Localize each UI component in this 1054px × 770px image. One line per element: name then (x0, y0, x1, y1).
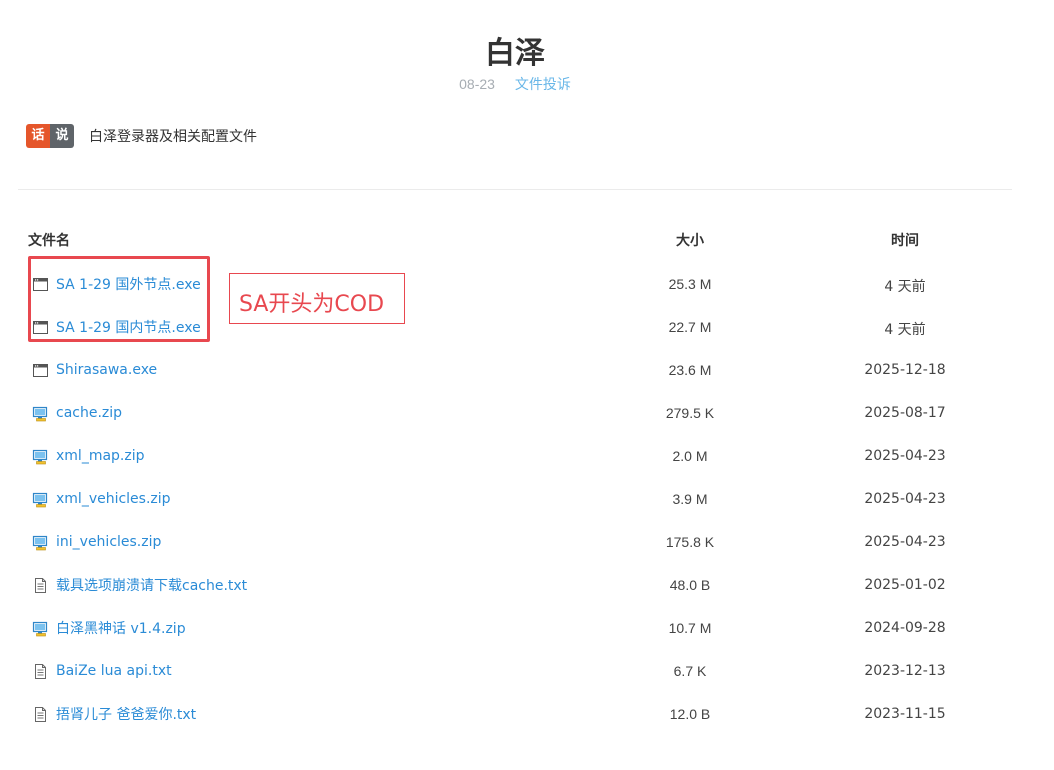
tag-badge-part1: 话 (26, 124, 50, 148)
file-link[interactable]: xml_map.zip (56, 448, 145, 464)
highlight-box (28, 256, 210, 342)
file-name-cell: 白泽黑神话 v1.4.zip (32, 618, 186, 638)
file-name-cell: xml_vehicles.zip (32, 489, 171, 509)
zip-file-icon (32, 405, 49, 422)
zip-file-icon (32, 448, 49, 465)
file-row: 载具选项崩溃请下载cache.txt 48.0 B 2025-01-02 (0, 575, 1054, 618)
file-size: 3.9 M (672, 491, 708, 507)
file-link[interactable]: cache.zip (56, 405, 122, 421)
file-row: xml_map.zip 2.0 M 2025-04-23 (0, 446, 1054, 489)
file-link[interactable]: 载具选项崩溃请下载cache.txt (56, 575, 247, 595)
tag-badge-part2: 说 (50, 124, 74, 148)
file-row: 捂肾儿子 爸爸爱你.txt 12.0 B 2023-11-15 (0, 704, 1054, 747)
file-row: ini_vehicles.zip 175.8 K 2025-04-23 (0, 532, 1054, 575)
file-size: 22.7 M (668, 319, 712, 335)
page-title: 白泽 (485, 36, 545, 71)
file-size: 25.3 M (668, 276, 712, 292)
file-size: 10.7 M (668, 620, 712, 636)
annotation-note: SA开头为COD (229, 273, 405, 324)
file-size: 175.8 K (665, 534, 715, 550)
file-row: Shirasawa.exe 23.6 M 2025-12-18 (0, 360, 1054, 403)
file-time: 2025-04-23 (864, 448, 946, 464)
file-name-cell: xml_map.zip (32, 446, 145, 466)
file-link[interactable]: 白泽黑神话 v1.4.zip (56, 618, 186, 638)
file-size: 12.0 B (669, 706, 711, 722)
zip-file-icon (32, 491, 49, 508)
file-name-cell: 载具选项崩溃请下载cache.txt (32, 575, 247, 595)
txt-file-icon (32, 577, 49, 594)
file-row: 白泽黑神话 v1.4.zip 10.7 M 2024-09-28 (0, 618, 1054, 661)
file-link[interactable]: BaiZe lua api.txt (56, 663, 172, 679)
zip-file-icon (32, 620, 49, 637)
file-size: 48.0 B (669, 577, 711, 593)
file-time: 2023-11-15 (864, 706, 946, 722)
file-name-cell: ini_vehicles.zip (32, 532, 161, 552)
tag-badge: 话 说 (26, 124, 74, 148)
file-name-cell: cache.zip (32, 403, 122, 423)
file-time: 2025-12-18 (864, 362, 946, 378)
txt-file-icon (32, 706, 49, 723)
file-time: 2025-04-23 (864, 491, 946, 507)
file-time: 2025-04-23 (864, 534, 946, 550)
page: 白泽 08-23 文件投诉 话 说 白泽登录器及相关配置文件 文件名 大小 时间… (0, 0, 1054, 770)
file-size: 2.0 M (672, 448, 708, 464)
file-link[interactable]: 捂肾儿子 爸爸爱你.txt (56, 704, 196, 724)
exe-file-icon (32, 362, 49, 379)
file-time: 2025-08-17 (864, 405, 946, 421)
file-name-cell: Shirasawa.exe (32, 360, 157, 380)
column-header-size: 大小 (676, 233, 704, 249)
divider (18, 189, 1012, 190)
column-header-time: 时间 (891, 233, 919, 249)
file-row: BaiZe lua api.txt 6.7 K 2023-12-13 (0, 661, 1054, 704)
annotation-note-text: SA开头为COD (239, 292, 385, 317)
file-time: 4 天前 (884, 279, 926, 295)
txt-file-icon (32, 663, 49, 680)
file-size: 279.5 K (665, 405, 715, 421)
file-size: 23.6 M (668, 362, 712, 378)
category-link[interactable]: 文件投诉 (515, 76, 571, 92)
file-time: 2023-12-13 (864, 663, 946, 679)
file-row: cache.zip 279.5 K 2025-08-17 (0, 403, 1054, 446)
file-name-cell: 捂肾儿子 爸爸爱你.txt (32, 704, 196, 724)
file-link[interactable]: xml_vehicles.zip (56, 491, 171, 507)
post-meta: 08-23 文件投诉 (0, 74, 1030, 94)
file-time: 2024-09-28 (864, 620, 946, 636)
file-time: 4 天前 (884, 322, 926, 338)
file-size: 6.7 K (673, 663, 707, 679)
file-link[interactable]: ini_vehicles.zip (56, 534, 161, 550)
column-header-name: 文件名 (28, 233, 70, 249)
file-time: 2025-01-02 (864, 577, 946, 593)
file-name-cell: BaiZe lua api.txt (32, 661, 172, 681)
file-row: xml_vehicles.zip 3.9 M 2025-04-23 (0, 489, 1054, 532)
zip-file-icon (32, 534, 49, 551)
file-link[interactable]: Shirasawa.exe (56, 362, 157, 378)
post-date: 08-23 (459, 76, 495, 92)
folder-description: 白泽登录器及相关配置文件 (89, 129, 257, 145)
